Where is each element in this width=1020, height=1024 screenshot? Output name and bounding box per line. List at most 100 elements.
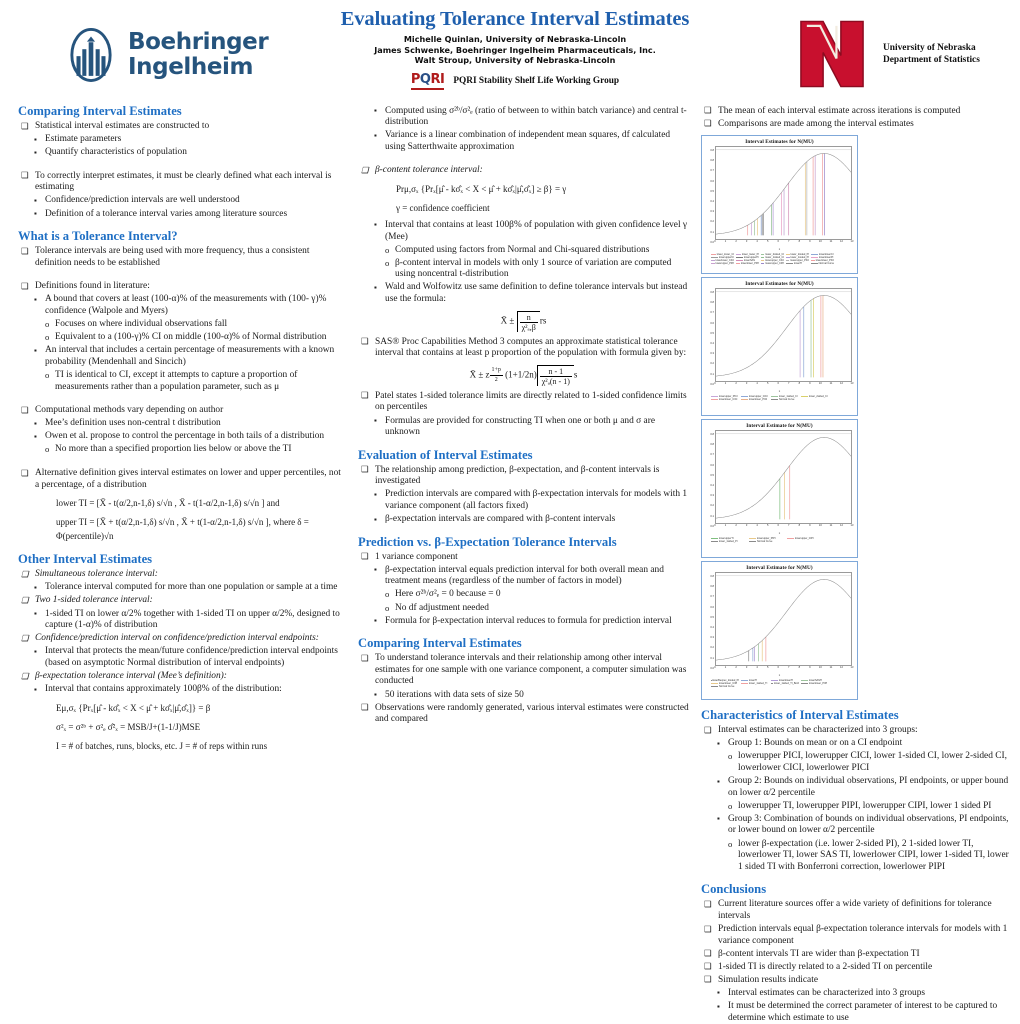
legend-swatch bbox=[811, 260, 815, 261]
formula-upper-ti: upper TI = [X̄ + t(α/2,n-1,δ) s/√n , X̄ … bbox=[18, 515, 342, 543]
pqri-working-group-label: PQRI Stability Shelf Life Working Group bbox=[453, 76, 619, 86]
y-tick-label: 0.2 bbox=[710, 362, 714, 365]
bullet: Focuses on where individual observations… bbox=[18, 319, 342, 331]
legend-item: Normal Curve bbox=[711, 685, 739, 688]
chart-x-axis: 012345678910111213 bbox=[715, 524, 852, 532]
chart-grid: Interval Estimates for N(MU)0.80.80.70.6… bbox=[701, 135, 1014, 700]
y-tick-label: 0.8 bbox=[710, 159, 714, 162]
legend-swatch bbox=[749, 541, 756, 542]
y-tick-label: 0.7 bbox=[710, 453, 714, 456]
x-tick-label: 12 bbox=[840, 382, 843, 385]
formula-part: χ²ₐ(n - 1) bbox=[540, 376, 572, 386]
chart-x-axis: 012345678910111213 bbox=[715, 382, 852, 390]
x-tick-label: 8 bbox=[799, 524, 800, 527]
legend-label: lowerlower_CICI bbox=[719, 398, 737, 401]
y-tick-label: 0.8 bbox=[710, 291, 714, 294]
bullet: 1 variance component bbox=[358, 552, 689, 564]
y-tick-label: 0.2 bbox=[710, 646, 714, 649]
x-tick-label: 4 bbox=[756, 666, 757, 669]
section-evaluation-of-interval-estimates: Evaluation of Interval Estimates bbox=[358, 448, 689, 463]
x-tick-label: 4 bbox=[756, 382, 757, 385]
legend-swatch bbox=[736, 254, 741, 255]
legend-swatch bbox=[771, 680, 778, 681]
legend-swatch bbox=[786, 254, 790, 255]
x-tick-label: 11 bbox=[830, 666, 833, 669]
legend-swatch bbox=[761, 254, 764, 255]
bullet: Confidence/prediction interval on confid… bbox=[18, 633, 342, 645]
legend-item: lowerupper_CIPI bbox=[761, 262, 784, 265]
sqrt-icon: nχ²ₐ,β bbox=[517, 311, 540, 332]
bullet: No df adjustment needed bbox=[358, 603, 689, 615]
bullet: lowerupper PICI, lowerupper CICI, lower … bbox=[701, 751, 1014, 774]
bullet: β-content intervals TI are wider than β-… bbox=[701, 949, 1014, 961]
legend-swatch bbox=[736, 257, 743, 258]
y-tick-label: 0.8 bbox=[710, 575, 714, 578]
section-conclusions: Conclusions bbox=[701, 882, 1014, 897]
formula-beta-content: Prμ,σₓ {Prₓ[μ̂ - kσ̂ₓ < X < μ̂ + kσ̂ₓ|μ̂… bbox=[358, 182, 689, 196]
x-tick-label: 3 bbox=[746, 240, 747, 243]
legend-item: lower_1sided_PI bbox=[711, 540, 747, 543]
chart-y-axis: 0.80.80.70.60.50.40.30.20.10.0 bbox=[705, 434, 715, 526]
section-characteristics-of-interval-estimates: Characteristics of Interval Estimates bbox=[701, 708, 1014, 723]
legend-label: lower_1sided_TI bbox=[749, 682, 767, 685]
bullet: The relationship among prediction, β-exp… bbox=[358, 465, 689, 488]
legend-label: lowerTI bbox=[794, 262, 802, 265]
x-tick-label: 6 bbox=[777, 382, 778, 385]
column-middle: Computed using σ²ᵇ/σ²ₑ (ratio of between… bbox=[352, 104, 697, 793]
legend-item: lower_1sided_TI bbox=[741, 682, 769, 685]
y-tick-label: 0.6 bbox=[710, 322, 714, 325]
chart-legend: lowerBexpec_2sided_PIlowerTIlowerlowerTI… bbox=[711, 679, 851, 688]
chart-title: Interval Estimate for N(MU) bbox=[705, 565, 854, 571]
bullet: Interval that contains approximately 100… bbox=[18, 684, 342, 696]
bullet: β-expectation intervals are compared wit… bbox=[358, 514, 689, 526]
legend-swatch bbox=[786, 263, 793, 264]
bullet: To correctly interpret estimates, it mus… bbox=[18, 171, 342, 194]
bullet: Computed using σ²ᵇ/σ²ₑ (ratio of between… bbox=[358, 106, 689, 129]
formula-part: (1+1/2n) bbox=[505, 369, 537, 379]
chart-panel: Interval Estimate for N(MU)0.80.80.70.60… bbox=[701, 561, 858, 700]
y-tick-label: 0.4 bbox=[710, 484, 714, 487]
x-tick-label: 5 bbox=[767, 240, 768, 243]
legend-label: lower_1sided_TI_Bonf bbox=[774, 682, 799, 685]
author-line-1: Michelle Quinlan, University of Nebraska… bbox=[330, 34, 700, 45]
legend-swatch bbox=[711, 683, 718, 684]
y-tick-label: 0.3 bbox=[710, 210, 714, 213]
title-block: Evaluating Tolerance Interval Estimates … bbox=[330, 8, 700, 90]
x-tick-label: 10 bbox=[819, 666, 822, 669]
x-tick-label: 3 bbox=[746, 524, 747, 527]
column-right: The mean of each interval estimate acros… bbox=[697, 104, 1020, 793]
sqrt-icon: n - 1χ²ₐ(n - 1) bbox=[537, 365, 574, 386]
bullet: Variance is a linear combination of inde… bbox=[358, 130, 689, 153]
y-tick-label: 0.6 bbox=[710, 180, 714, 183]
x-tick-label: 4 bbox=[756, 524, 757, 527]
y-tick-label: 0.7 bbox=[710, 169, 714, 172]
x-tick-label: 9 bbox=[809, 240, 810, 243]
legend-item: Normal Curve bbox=[771, 398, 799, 401]
chart-x-axis: 012345678910111213 bbox=[715, 666, 852, 674]
nebraska-dept-label: University of Nebraska Department of Sta… bbox=[883, 42, 980, 66]
x-tick-label: 7 bbox=[788, 666, 789, 669]
bullet: Simultaneous tolerance interval: bbox=[18, 569, 342, 581]
y-tick-label: 0.8 bbox=[710, 149, 714, 152]
x-tick-label: 5 bbox=[767, 524, 768, 527]
nebraska-logo: University of Nebraska Department of Sta… bbox=[793, 14, 1015, 94]
bullet: Formula for β-expectation interval reduc… bbox=[358, 616, 689, 628]
bullet: lower β-expectation (i.e. lower 2-sided … bbox=[701, 839, 1014, 874]
x-tick-label: 6 bbox=[777, 240, 778, 243]
y-tick-label: 0.5 bbox=[710, 616, 714, 619]
x-tick-label: 10 bbox=[819, 524, 822, 527]
y-tick-label: 0.6 bbox=[710, 464, 714, 467]
bullet: β-expectation tolerance interval (Mee’s … bbox=[18, 671, 342, 683]
legend-swatch bbox=[771, 683, 773, 684]
bullet: lowerupper TI, lowerupper PIPI, lowerupp… bbox=[701, 801, 1014, 813]
legend-swatch bbox=[711, 686, 718, 687]
bullet: Confidence/prediction intervals are well… bbox=[18, 195, 342, 207]
formula-wald-wolfowitz: X̄ ± nχ²ₐ,βrs bbox=[358, 311, 689, 332]
x-tick-label: 4 bbox=[756, 240, 757, 243]
legend-label: Normal Curve bbox=[719, 685, 734, 688]
x-tick-label: 9 bbox=[809, 382, 810, 385]
bullet: Two 1-sided tolerance interval: bbox=[18, 595, 342, 607]
spacer bbox=[18, 271, 342, 280]
bullet: Interval that contains at least 100β% of… bbox=[358, 220, 689, 243]
x-tick-label: 3 bbox=[746, 666, 747, 669]
